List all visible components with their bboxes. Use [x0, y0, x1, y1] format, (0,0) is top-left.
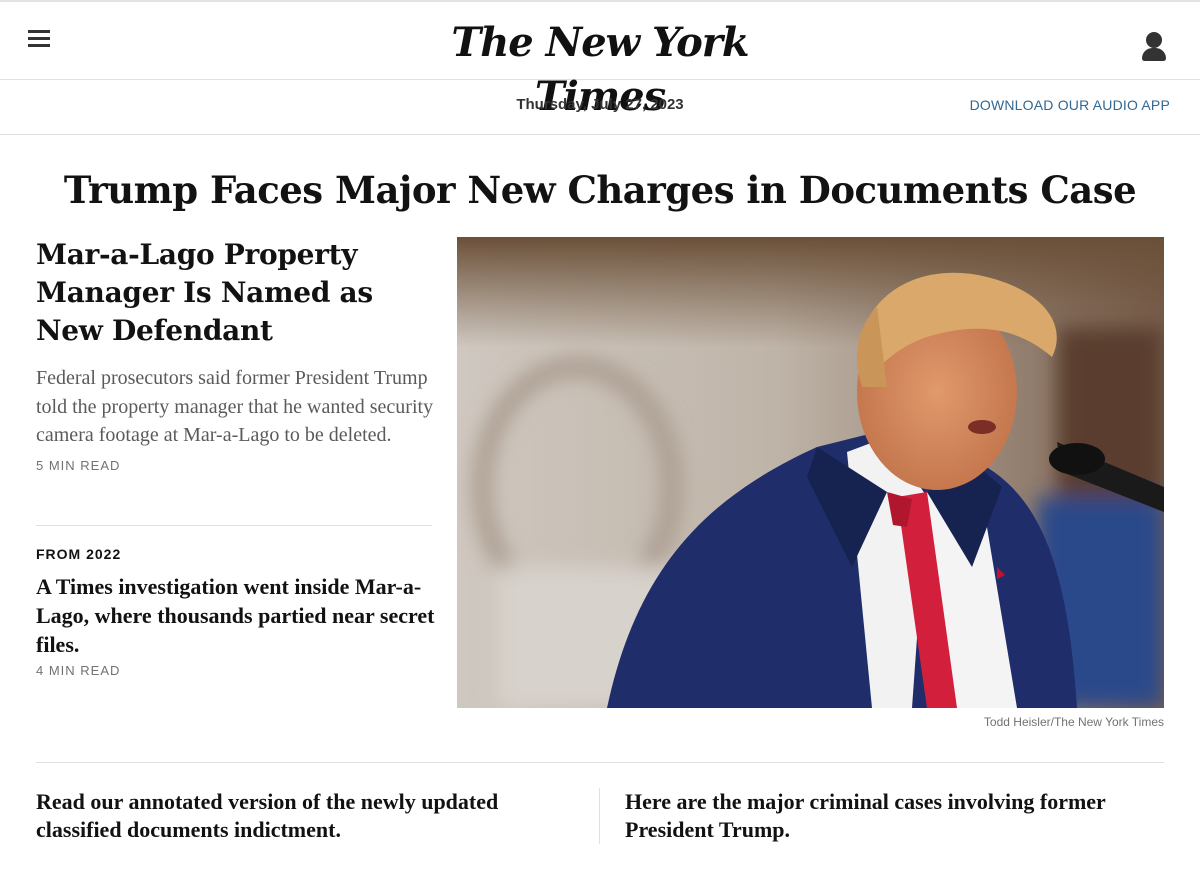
lead-story-summary[interactable]: Federal prosecutors said former Presiden… [36, 364, 436, 450]
lead-story-headline[interactable]: Mar-a-Lago Property Manager Is Named as … [36, 236, 436, 350]
masthead-logo[interactable]: The New York Times [380, 16, 820, 120]
lead-story: Mar-a-Lago Property Manager Is Named as … [36, 236, 436, 473]
lead-photo-image [457, 237, 1164, 708]
story-divider [36, 525, 432, 526]
secondary-story-kicker: FROM 2022 [36, 546, 122, 562]
section-divider [36, 762, 1164, 763]
annotated-indictment-link[interactable]: Read our annotated version of the newly … [36, 788, 576, 844]
lead-story-read-time: 5 MIN READ [36, 457, 121, 473]
current-date: Thursday, July 27, 2023 [516, 96, 684, 113]
photo-credit: Todd Heisler/The New York Times [983, 715, 1164, 729]
top-navigation-bar: The New York Times [0, 0, 1200, 120]
hamburger-menu-icon[interactable] [28, 30, 54, 52]
lead-photo[interactable] [457, 237, 1164, 708]
secondary-story-read-time: 4 MIN READ [36, 663, 121, 678]
secondary-story: FROM 2022 A Times investigation went ins… [36, 546, 436, 678]
secondary-story-headline[interactable]: A Times investigation went inside Mar-a-… [36, 572, 436, 659]
date-bar: Thursday, July 27, 2023 DOWNLOAD OUR AUD… [0, 80, 1200, 135]
main-headline[interactable]: Trump Faces Major New Charges in Documen… [0, 163, 1200, 217]
column-separator [599, 788, 600, 844]
download-audio-app-link[interactable]: DOWNLOAD OUR AUDIO APP [970, 97, 1170, 113]
criminal-cases-link[interactable]: Here are the major criminal cases involv… [625, 788, 1165, 844]
user-account-icon[interactable] [1140, 30, 1170, 64]
